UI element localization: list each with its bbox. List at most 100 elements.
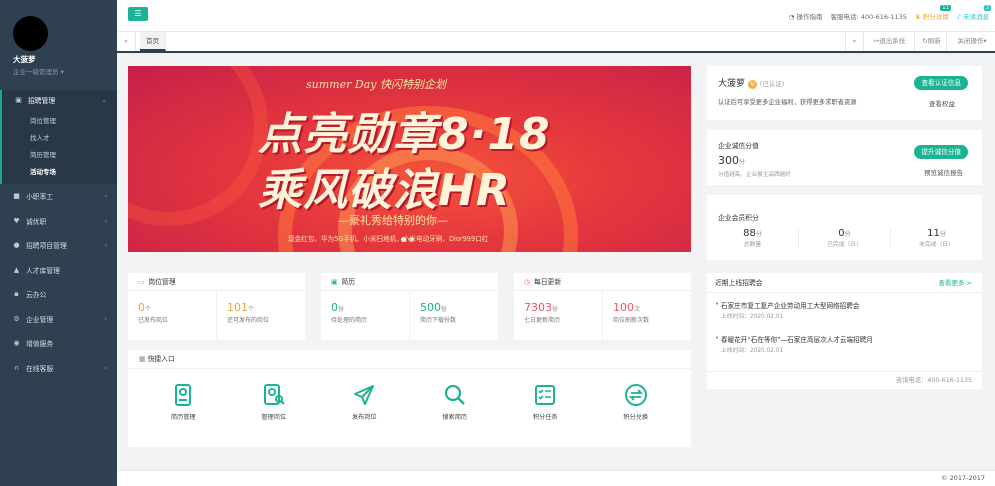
topbar-right: ◔ 操作指南 客服电话: 400-616-1135 ♛ 积分详情 11 ♪ 未读消… [781, 5, 991, 21]
heart-icon: ♥ [13, 216, 20, 225]
card-header: ▣ 简历 [321, 273, 498, 291]
quick-label: 简历管理 [170, 414, 196, 421]
job-fair-title: 石家庄市复工复产企业劳动用工大型网络招聘会 [721, 302, 860, 310]
chevron-down-icon: ⌄ [101, 96, 107, 104]
refresh-button[interactable]: ↻刷新 [917, 32, 947, 51]
user-search-icon [263, 384, 285, 405]
company-info-card: 大菠萝 V (已认证) 认证后可享受更多企业福利，获得更多求职者资源 查看认证信… [707, 66, 982, 120]
exit-button[interactable]: ↦退出系统 [865, 32, 915, 51]
consult-hotline: 咨询电话：400-616-1135 [707, 371, 982, 389]
stat-published-jobs[interactable]: 0个 已发布岗位 [128, 291, 217, 340]
view-cert-button[interactable]: 查看认证信息 [914, 76, 968, 90]
member-points-card: 企业会员积分 88分 总数量 0分 已完成（日） 11分 未完成（日） [707, 195, 982, 260]
stat-refresh-count[interactable]: 100次 岗位刷新次数 [603, 291, 691, 340]
id-card-icon [175, 384, 192, 406]
submenu-item-jobs[interactable]: 岗位管理 [30, 113, 117, 130]
main-content: summer Day 快闪特别企划 点亮勋章8·18 乘风破浪HR —豪礼秀给特… [117, 55, 995, 470]
sidebar-item-label: 云办公 [26, 291, 47, 300]
quick-resume-manage[interactable]: 简历管理 [153, 383, 213, 421]
clock-icon: ◷ [524, 278, 530, 286]
stat-unit: 个 [248, 306, 255, 313]
stat-label: 总数量 [743, 242, 762, 248]
close-ops-dropdown[interactable]: 关闭操作▾ [950, 32, 994, 51]
chevron-left-icon: ‹ [104, 192, 107, 201]
stat-unit: 分 [755, 231, 762, 238]
quick-search-resume[interactable]: 搜索简历 [425, 383, 485, 421]
job-fair-item[interactable]: 春暖花开“石在等你”—石家庄高层次人才云端招聘月 上线时间：2020.02.01 [707, 334, 982, 354]
sidebar-item-recruit[interactable]: ▣ 招聘管理 ⌄ [0, 90, 117, 110]
quick-points-exchange[interactable]: 积分兑换 [606, 383, 666, 421]
quick-points-tasks[interactable]: 积分任务 [515, 383, 575, 421]
user-role-dropdown[interactable]: 企业一级管理员 ▾ [13, 66, 117, 76]
sidebar-item-label: 招聘项目管理 [26, 242, 67, 251]
carousel-dot[interactable] [409, 237, 414, 242]
view-more-link[interactable]: 查看更多 > [938, 273, 972, 293]
credit-score: 300 [718, 154, 739, 167]
stat-label: 已发布岗位 [138, 317, 169, 324]
close-ops-label: 关闭操作 [957, 37, 984, 45]
gear-icon: ⚙ [13, 314, 20, 323]
stat-label: 岗位刷新次数 [613, 317, 650, 324]
messages-badge: 3 [983, 5, 991, 11]
improve-credit-button[interactable]: 提升诚信分值 [914, 145, 968, 159]
submenu-item-find-talent[interactable]: 找人才 [30, 130, 117, 147]
card-header: ◷ 每日更新 [514, 273, 691, 291]
guide-label: 操作指南 [796, 13, 823, 21]
points-link[interactable]: ♛ 积分详情 11 [915, 5, 951, 21]
user-role: 企业一级管理员 [13, 68, 59, 76]
banner-headline-1: 点亮勋章8·18 [258, 109, 551, 160]
stat-value: 101 [227, 301, 248, 314]
stat-unit: 份 [338, 306, 345, 313]
stat-value: 7303 [524, 301, 552, 314]
task-list-icon [535, 385, 556, 405]
tab-scroll-left-button[interactable]: « [117, 32, 136, 51]
promo-banner[interactable]: summer Day 快闪特别企划 点亮勋章8·18 乘风破浪HR —豪礼秀给特… [128, 66, 691, 252]
stat-label: 已完成（日） [827, 242, 862, 248]
users-icon: ● [13, 241, 20, 250]
guide-link[interactable]: ◔ 操作指南 [789, 11, 823, 21]
sidebar-item-talent-pool[interactable]: ▲ 人才库管理 [0, 258, 117, 283]
avatar[interactable] [13, 16, 48, 51]
menu-toggle-button[interactable]: ☰ [128, 7, 148, 21]
credit-card: 企业诚信分值 300分 分值越高，企业展主品牌越好 提升诚信分值 预览诚信报告 [707, 130, 982, 185]
chevron-left-icon: ‹ [104, 363, 107, 372]
submenu-item-events[interactable]: 活动专场 [30, 164, 117, 181]
sidebar-item-xiaozhi[interactable]: ■ 小职率工 ‹ [0, 184, 117, 209]
quick-post-job[interactable]: 发布岗位 [334, 383, 394, 421]
stat-downloads[interactable]: 500份 简历下载份数 [410, 291, 498, 340]
card-title: 简历 [341, 278, 356, 286]
job-fair-item[interactable]: 石家庄市复工复产企业劳动用工大型网络招聘会 上线时间：2020.02.01 [707, 300, 982, 320]
suitcase-icon: ▪ [14, 290, 19, 299]
submenu-item-resumes[interactable]: 简历管理 [30, 147, 117, 164]
sidebar-item-projects[interactable]: ● 招聘项目管理 ‹ [0, 233, 117, 258]
credit-title: 企业诚信分值 [718, 142, 759, 150]
sidebar-item-cloud-office[interactable]: ▪ 云办公 [0, 282, 117, 307]
tab-scroll-right-button[interactable]: » [845, 32, 864, 51]
bell-icon: ♪ [956, 13, 961, 21]
job-fairs-header: 近期上线招聘会 查看更多 > [707, 273, 982, 293]
messages-link[interactable]: ♪ 未读消息 3 [956, 5, 991, 21]
chevron-left-icon: ‹ [104, 314, 107, 323]
carousel-dot[interactable] [401, 237, 406, 242]
member-stats: 88分 总数量 0分 已完成（日） 11分 未完成（日） [707, 228, 982, 248]
stat-remaining-jobs[interactable]: 101个 还可发布的岗位 [217, 291, 305, 340]
sidebar-item-support[interactable]: ∩ 在线客服 ‹ [0, 356, 117, 381]
user-name: 大菠萝 [13, 55, 36, 64]
sidebar-item-chengyouzhi[interactable]: ♥ 诚优职 ‹ [0, 209, 117, 234]
stat-weekly-resumes[interactable]: 7303份 七日更新简历 [514, 291, 603, 340]
carousel-dots [401, 237, 417, 242]
double-chevron-right-icon: » [852, 37, 857, 45]
quick-manage-jobs[interactable]: 管理岗位 [244, 383, 304, 421]
preview-report-link[interactable]: 预览诚信报告 [924, 167, 963, 177]
view-rights-link[interactable]: 查看权益 [929, 98, 955, 108]
topbar: ☰ ◔ 操作指南 客服电话: 400-616-1135 ♛ 积分详情 11 ♪ 未… [117, 0, 995, 32]
tab-home[interactable]: 首页 [140, 32, 166, 51]
profile: 大菠萝 企业一级管理员 ▾ [0, 0, 117, 88]
stat-unit: 分 [939, 231, 946, 238]
banner-subtitle: —豪礼秀给特别的你— [338, 214, 448, 227]
tab-bar: « 首页 » ↦退出系统 ↻刷新 关闭操作▾ [117, 32, 995, 53]
sidebar-item-value-added[interactable]: ◉ 增值服务 [0, 331, 117, 356]
job-fairs-title: 近期上线招聘会 [715, 279, 763, 287]
sidebar-item-company[interactable]: ⚙ 企业管理 ‹ [0, 307, 117, 332]
stat-pending-resumes[interactable]: 0份 待处理的简历 [321, 291, 410, 340]
